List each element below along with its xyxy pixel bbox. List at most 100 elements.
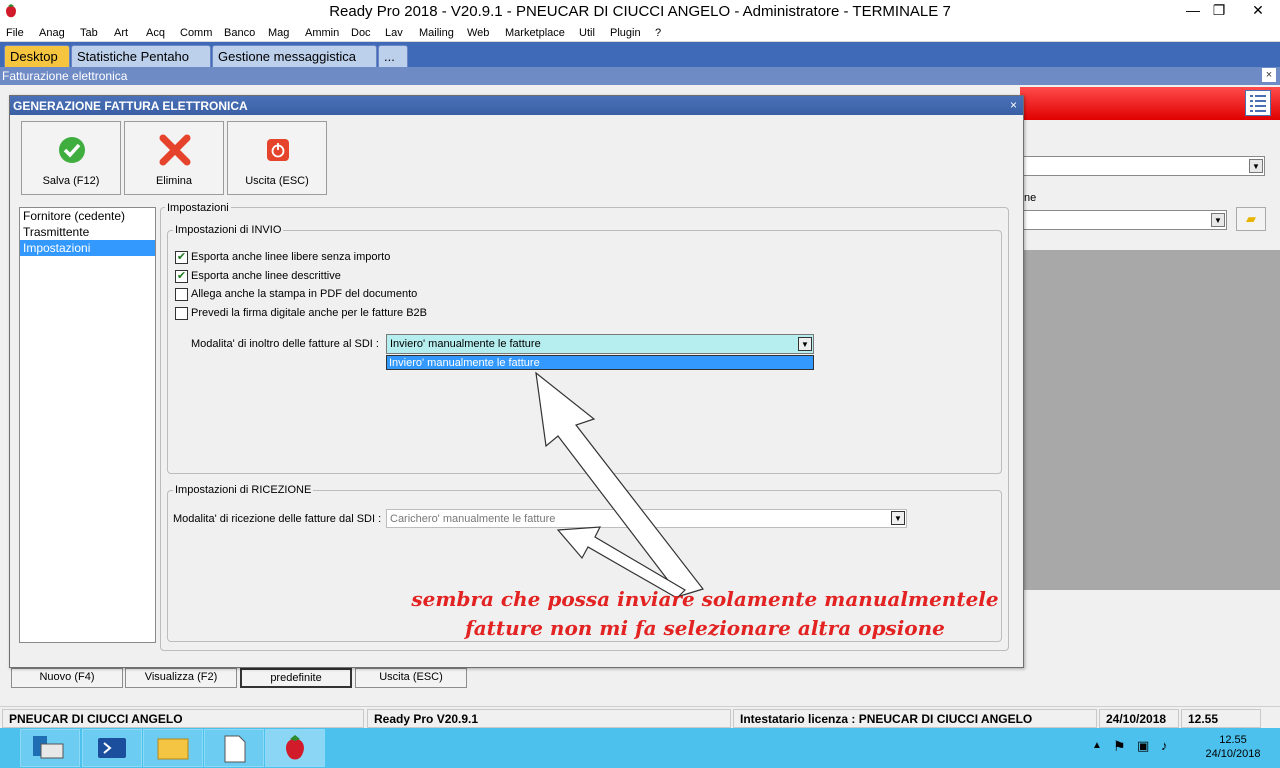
digital-signature-label: Prevedi la firma digitale anche per le f… [191,307,428,319]
taskbar-clock[interactable]: 12.55 24/10/2018 [1190,733,1276,761]
export-free-lines-label: Esporta anche linee libere senza importo [191,251,391,263]
save-button[interactable]: Salva (F12) [21,121,121,195]
tab-gestione-messaggistica[interactable]: Gestione messaggistica [212,45,377,67]
new-button[interactable]: Nuovo (F4) [11,668,123,688]
send-group-title: Impostazioni di INVIO [173,224,284,236]
close-button[interactable]: ✕ [1236,0,1280,20]
background-combo[interactable]: ▼ [1020,156,1265,176]
exit-button-label: Uscita (ESC) [245,175,309,187]
menu-acq[interactable]: Acq [146,24,165,39]
chevron-down-icon[interactable]: ▼ [1211,213,1225,227]
tray-expand-icon[interactable]: ▲ [1092,740,1102,751]
send-mode-select[interactable]: Inviero' manualmente le fatture ▼ [386,334,814,354]
dialog-close-button[interactable]: × [1010,98,1017,112]
delete-x-icon [159,134,191,166]
tab-statistiche-pentaho[interactable]: Statistiche Pentaho [71,45,211,67]
powershell-icon[interactable] [82,729,142,767]
restore-button[interactable]: ❐ [1202,0,1236,20]
exit-button[interactable]: Uscita (ESC) [227,121,327,195]
view-button[interactable]: Visualizza (F2) [125,668,237,688]
taskbar: ▲ ⚑ ▣ ♪ [0,728,1280,768]
menu-comm[interactable]: Comm [180,24,212,39]
server-manager-icon[interactable] [20,729,80,767]
delete-button-label: Elimina [155,175,193,187]
menu-help[interactable]: ? [655,24,661,39]
flag-icon[interactable]: ⚑ [1113,738,1126,755]
ready-pro-taskbar-icon[interactable] [265,729,325,767]
menu-util[interactable]: Util [579,24,595,39]
background-combo-2[interactable]: ▼ [1020,210,1227,230]
menu-art[interactable]: Art [114,24,128,39]
subwindow-title: Fatturazione elettronica [0,67,1280,85]
chevron-down-icon[interactable]: ▼ [891,511,905,525]
attach-pdf-label: Allega anche la stampa in PDF del docume… [191,288,418,300]
menu-web[interactable]: Web [467,24,489,39]
receive-group-title: Impostazioni di RICEZIONE [173,484,314,496]
nav-item-impostazioni[interactable]: Impostazioni [20,240,155,256]
send-mode-option[interactable]: Inviero' manualmente le fatture [386,355,814,370]
clock-date: 24/10/2018 [1205,748,1261,760]
annotation-line-2: fatture non mi fa selezionare altra opsi… [465,616,945,640]
dialog-title: GENERAZIONE FATTURA ELETTRONICA [10,96,1023,115]
menu-mailing[interactable]: Mailing [419,24,454,39]
power-icon [267,139,289,161]
tab-desktop[interactable]: Desktop [4,45,70,67]
tab-more[interactable]: ... [378,45,408,67]
export-descriptive-lines-label: Esporta anche linee descrittive [191,270,341,282]
receive-mode-select[interactable]: Carichero' manualmente le fatture ▼ [386,509,907,528]
export-free-lines-checkbox[interactable]: ✔ [175,251,188,264]
annotation-line-1: sembra che possa inviare solamente manua… [411,587,999,611]
nav-item-fornitore[interactable]: Fornitore (cedente) [20,208,155,224]
menu-plugin[interactable]: Plugin [610,24,641,39]
chevron-down-icon[interactable]: ▼ [798,337,812,351]
menu-tab[interactable]: Tab [80,24,98,39]
save-button-label: Salva (F12) [42,175,100,187]
menu-anag[interactable]: Anag [39,24,65,39]
status-version: Ready Pro V20.9.1 [367,709,731,728]
window-title: Ready Pro 2018 - V20.9.1 - PNEUCAR DI CI… [329,3,951,20]
exit-bg-button[interactable]: Uscita (ESC) [355,668,467,688]
chevron-down-icon[interactable]: ▼ [1249,159,1263,173]
tab-bar: Desktop Statistiche Pentaho Gestione mes… [0,42,1280,67]
file-explorer-icon[interactable] [143,729,203,767]
menu-marketplace[interactable]: Marketplace [505,24,565,39]
status-bar: PNEUCAR DI CIUCCI ANGELO Ready Pro V20.9… [0,706,1280,728]
delete-button[interactable]: Elimina [124,121,224,195]
send-mode-value: Inviero' manualmente le fatture [390,338,541,350]
menu-mag[interactable]: Mag [268,24,289,39]
background-label: ne [1024,192,1037,204]
receive-mode-label: Modalita' di ricezione delle fatture dal… [173,513,382,525]
folder-icon: ▰ [1246,211,1256,226]
send-mode-label: Modalita' di inoltro delle fatture al SD… [191,338,379,350]
menu-ammin[interactable]: Ammin [305,24,339,39]
attach-pdf-checkbox[interactable] [175,288,188,301]
status-license: Intestatario licenza : PNEUCAR DI CIUCCI… [733,709,1097,728]
checkmark-icon [59,137,85,163]
menu-bar: File Anag Tab Art Acq Comm Banco Mag Amm… [0,22,1280,42]
annotation-text: sembra che possa inviare solamente manua… [390,585,1020,643]
nav-item-trasmittente[interactable]: Trasmittente [20,224,155,240]
preview-area [1022,250,1280,590]
menu-lav[interactable]: Lav [385,24,403,39]
settings-group-title: Impostazioni [165,202,231,214]
network-icon[interactable]: ▣ [1137,738,1149,754]
folder-button[interactable]: ▰ [1236,207,1266,231]
digital-signature-checkbox[interactable] [175,307,188,320]
volume-icon[interactable]: ♪ [1161,738,1168,753]
status-time: 12.55 [1181,709,1261,728]
status-date: 24/10/2018 [1099,709,1179,728]
settings-nav-list: Fornitore (cedente) Trasmittente Imposta… [19,207,156,643]
document-icon[interactable] [204,729,264,767]
subwindow-close-button[interactable]: × [1262,68,1276,82]
receive-mode-value: Carichero' manualmente le fatture [390,513,556,525]
menu-doc[interactable]: Doc [351,24,371,39]
menu-file[interactable]: File [6,24,24,39]
invoice-generation-dialog: GENERAZIONE FATTURA ELETTRONICA × Salva … [9,95,1024,668]
export-descriptive-lines-checkbox[interactable]: ✔ [175,270,188,283]
defaults-button[interactable]: predefinite [240,668,352,688]
menu-banco[interactable]: Banco [224,24,255,39]
list-view-icon[interactable] [1245,90,1271,116]
status-company: PNEUCAR DI CIUCCI ANGELO [2,709,364,728]
header-band [1020,87,1280,120]
title-bar: Ready Pro 2018 - V20.9.1 - PNEUCAR DI CI… [0,0,1280,22]
